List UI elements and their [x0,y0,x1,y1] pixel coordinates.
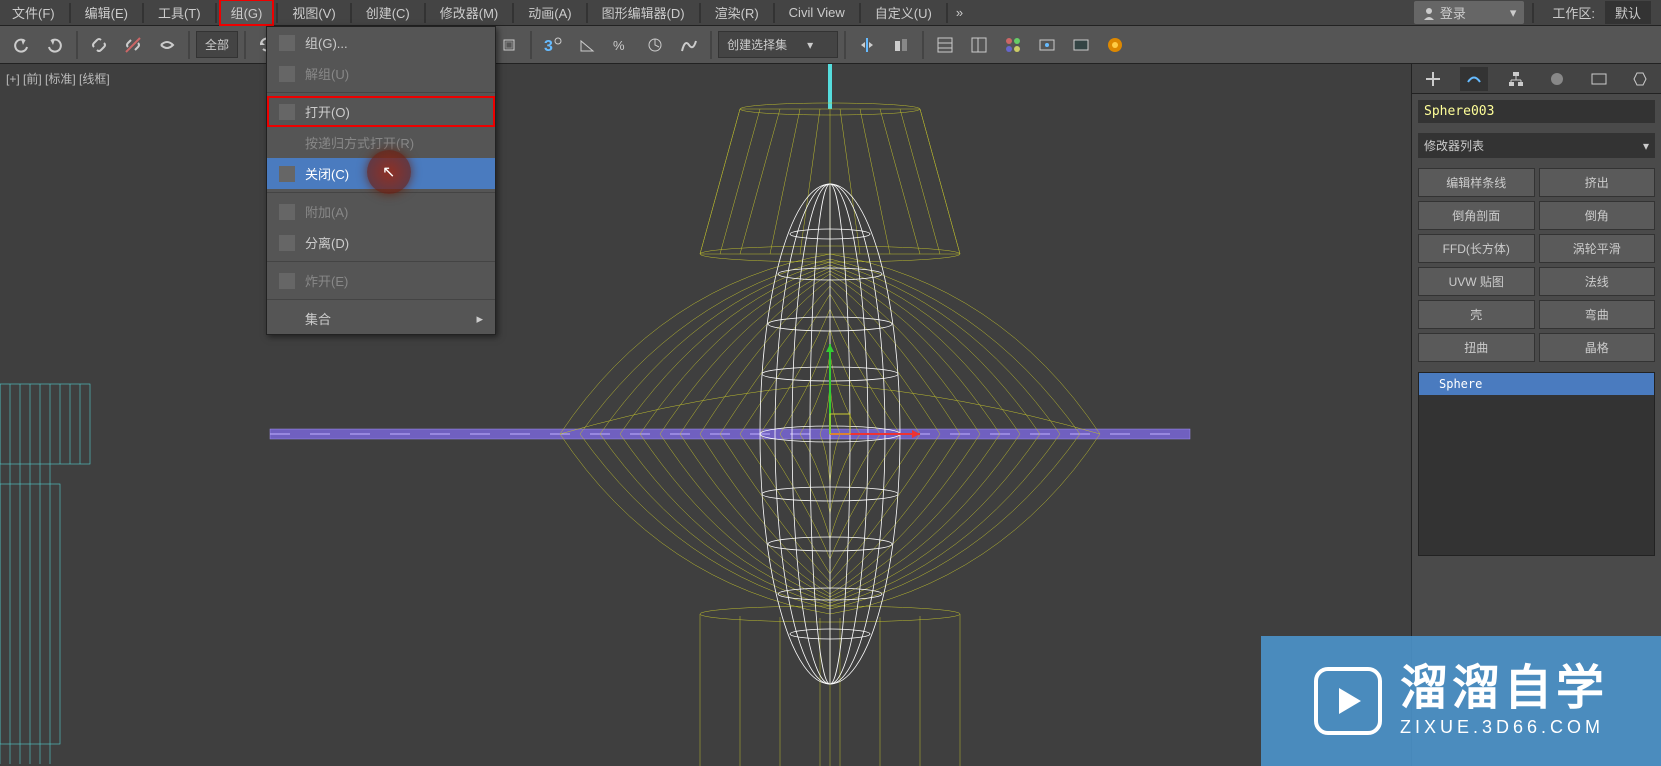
ungroup-icon [279,66,295,82]
menu-more[interactable]: » [950,1,969,24]
mbtn-twist[interactable]: 扭曲 [1418,333,1535,362]
workspace-label: 工作区: [1552,3,1595,22]
menu-graph[interactable]: 图形编辑器(D) [590,0,697,26]
object-name-field[interactable]: Sphere003 [1418,100,1655,123]
material-editor-button[interactable] [998,30,1028,60]
svg-text:3: 3 [544,38,553,55]
group-icon [279,35,295,51]
redo-button[interactable] [40,30,70,60]
login-button[interactable]: 登录 ▾ [1414,1,1525,24]
tab-create[interactable] [1419,67,1447,91]
mbtn-turbosmooth[interactable]: 涡轮平滑 [1539,234,1656,263]
panel-tabs [1412,64,1661,94]
cursor-highlight [367,150,411,194]
tab-utilities[interactable] [1626,67,1654,91]
explode-icon [279,273,295,289]
attach-icon [279,204,295,220]
workspace-selector[interactable]: 默认 [1605,1,1651,24]
menu-anim[interactable]: 动画(A) [516,0,583,26]
watermark-title: 溜溜自学 [1400,665,1608,713]
menu-file[interactable]: 文件(F) [0,0,67,26]
mbtn-edit-spline[interactable]: 编辑样条线 [1418,168,1535,197]
menu-view[interactable]: 视图(V) [280,0,347,26]
tab-display[interactable] [1585,67,1613,91]
main-toolbar: 全部 视图▾ 3 % 创建选择集▾ [0,26,1661,64]
mbtn-bend[interactable]: 弯曲 [1539,300,1656,329]
mbtn-bevel-profile[interactable]: 倒角剖面 [1418,201,1535,230]
menu-custom[interactable]: 自定义(U) [863,0,944,26]
open-group-icon [279,104,295,120]
link-button[interactable] [84,30,114,60]
angle-snap-button[interactable] [572,30,602,60]
menu-modifier[interactable]: 修改器(M) [428,0,511,26]
detach-icon [279,235,295,251]
select-scale-button[interactable] [494,30,524,60]
selection-set-dropdown[interactable]: 创建选择集▾ [718,31,838,58]
chevron-down-icon: ▾ [1643,139,1649,153]
login-label: 登录 [1440,3,1466,22]
mbtn-normal[interactable]: 法线 [1539,267,1656,296]
dd-open[interactable]: 打开(O) [267,96,495,127]
modifier-buttons: 编辑样条线 挤出 倒角剖面 倒角 FFD(长方体) 涡轮平滑 UVW 贴图 法线… [1418,168,1655,362]
dd-ungroup: 解组(U) [267,58,495,89]
chevron-down-icon: ▾ [1510,5,1517,21]
render-frame-button[interactable] [1066,30,1096,60]
watermark-url: ZIXUE.3D66.COM [1400,717,1604,738]
mbtn-lattice[interactable]: 晶格 [1539,333,1656,362]
percent-snap-button[interactable]: % [606,30,636,60]
chevron-right-icon: ▸ [476,311,483,327]
mbtn-ffd[interactable]: FFD(长方体) [1418,234,1535,263]
viewport-canvas [0,64,1411,766]
spinner-snap-button[interactable] [640,30,670,60]
group-menu-dropdown: 组(G)... 解组(U) 打开(O) 按递归方式打开(R) 关闭(C) ↖ 附… [266,26,496,335]
mbtn-shell[interactable]: 壳 [1418,300,1535,329]
watermark-overlay: 溜溜自学 ZIXUE.3D66.COM [1261,636,1661,766]
render-button[interactable] [1100,30,1130,60]
menu-group[interactable]: 组(G) [219,0,275,26]
dd-attach: 附加(A) [267,196,495,227]
bind-button[interactable] [152,30,182,60]
dd-detach[interactable]: 分离(D) [267,227,495,258]
user-icon [1422,6,1436,20]
layer-explorer-button[interactable] [930,30,960,60]
play-logo-icon [1314,667,1382,735]
unlink-button[interactable] [118,30,148,60]
menu-tools[interactable]: 工具(T) [146,0,213,26]
align-button[interactable] [886,30,916,60]
menu-civil[interactable]: Civil View [777,1,857,24]
selection-filter-all[interactable]: 全部 [196,31,238,58]
tab-motion[interactable] [1543,67,1571,91]
svg-text:%: % [613,38,625,53]
dd-close[interactable]: 关闭(C) ↖ [267,158,495,189]
render-setup-button[interactable] [1032,30,1062,60]
mbtn-extrude[interactable]: 挤出 [1539,168,1656,197]
mirror-button[interactable] [852,30,882,60]
dd-group[interactable]: 组(G)... [267,27,495,58]
menu-edit[interactable]: 编辑(E) [73,0,140,26]
chevron-down-icon: ▾ [807,38,813,52]
dd-explode: 炸开(E) [267,265,495,296]
curve-editor-button[interactable] [674,30,704,60]
mbtn-bevel[interactable]: 倒角 [1539,201,1656,230]
undo-button[interactable] [6,30,36,60]
close-group-icon [279,166,295,182]
tab-modify[interactable] [1460,67,1488,91]
stack-item-sphere[interactable]: Sphere [1419,373,1654,395]
menu-create[interactable]: 创建(C) [354,0,422,26]
menu-bar: 文件(F) 编辑(E) 工具(T) 组(G) 视图(V) 创建(C) 修改器(M… [0,0,1661,26]
snap-3-button[interactable]: 3 [538,30,568,60]
mbtn-uvw[interactable]: UVW 贴图 [1418,267,1535,296]
menu-render[interactable]: 渲染(R) [703,0,771,26]
modifier-stack[interactable]: Sphere [1418,372,1655,556]
viewport-front[interactable]: [+] [前] [标准] [线框] [0,64,1411,766]
tab-hierarchy[interactable] [1502,67,1530,91]
dd-assembly[interactable]: 集合▸ [267,303,495,334]
modifier-list-dropdown[interactable]: 修改器列表▾ [1418,133,1655,158]
schematic-button[interactable] [964,30,994,60]
